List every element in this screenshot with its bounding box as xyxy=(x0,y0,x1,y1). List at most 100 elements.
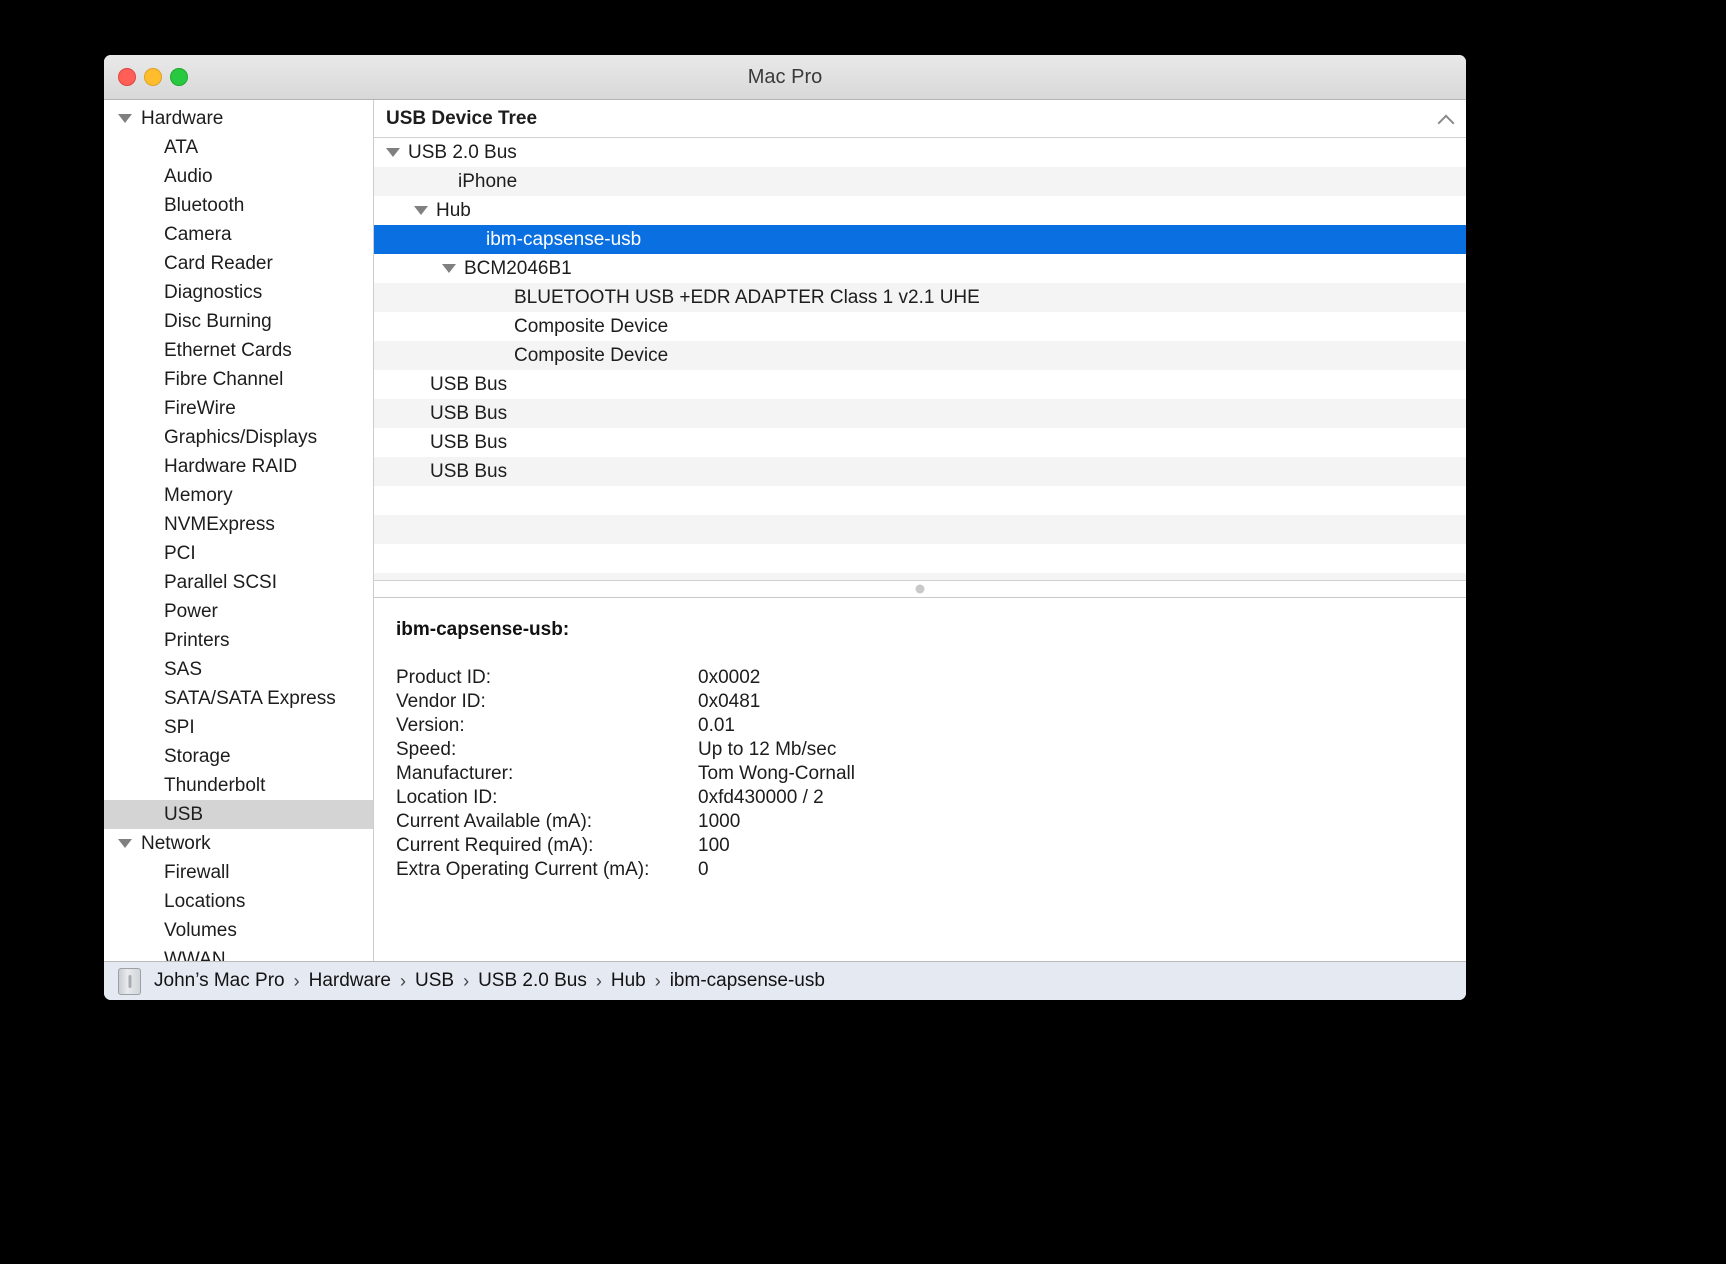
disclosure-triangle-icon[interactable] xyxy=(386,148,400,157)
tree-row-empty xyxy=(374,486,1466,515)
usb-device-tree[interactable]: USB 2.0 Bus iPhone Hub ibm-capsense-usb BCM2… xyxy=(374,138,1466,581)
tree-row[interactable]: Hub xyxy=(374,196,1466,225)
disclosure-triangle-icon[interactable] xyxy=(442,264,456,273)
sidebar-item-network[interactable]: Network xyxy=(104,829,373,858)
sidebar-item-label: Memory xyxy=(164,485,233,507)
tree-row[interactable]: BCM2046B1 xyxy=(374,254,1466,283)
tree-row[interactable]: USB Bus xyxy=(374,428,1466,457)
tree-row-label: ibm-capsense-usb xyxy=(486,229,641,251)
tree-row-label: USB Bus xyxy=(430,403,507,425)
sidebar-item-memory[interactable]: Memory xyxy=(104,481,373,510)
sidebar-item-parallel-scsi[interactable]: Parallel SCSI xyxy=(104,568,373,597)
property-label: Speed: xyxy=(396,739,698,763)
breadcrumb-item[interactable]: USB xyxy=(415,970,454,992)
sidebar-item-usb[interactable]: USB xyxy=(104,800,373,829)
tree-row[interactable]: USB Bus xyxy=(374,370,1466,399)
device-properties: Product ID:0x0002Vendor ID:0x0481Version… xyxy=(396,667,1466,883)
tree-row[interactable]: BLUETOOTH USB +EDR ADAPTER Class 1 v2.1 … xyxy=(374,283,1466,312)
sidebar-item-wwan[interactable]: WWAN xyxy=(104,945,373,961)
tree-row-label: Hub xyxy=(436,200,471,222)
minimize-button[interactable] xyxy=(144,68,162,86)
sidebar-item-label: PCI xyxy=(164,543,196,565)
sidebar-item-sas[interactable]: SAS xyxy=(104,655,373,684)
sidebar-item-diagnostics[interactable]: Diagnostics xyxy=(104,278,373,307)
sidebar-item-audio[interactable]: Audio xyxy=(104,162,373,191)
mac-pro-tower-icon xyxy=(118,968,141,995)
maximize-button[interactable] xyxy=(170,68,188,86)
sidebar-item-pci[interactable]: PCI xyxy=(104,539,373,568)
sidebar-item-spi[interactable]: SPI xyxy=(104,713,373,742)
tree-row-label: iPhone xyxy=(458,171,517,193)
sidebar-item-disc-burning[interactable]: Disc Burning xyxy=(104,307,373,336)
sidebar-item-firewire[interactable]: FireWire xyxy=(104,394,373,423)
breadcrumb-item[interactable]: USB 2.0 Bus xyxy=(478,970,587,992)
sidebar-item-storage[interactable]: Storage xyxy=(104,742,373,771)
sidebar-item-hardware-raid[interactable]: Hardware RAID xyxy=(104,452,373,481)
tree-row-empty xyxy=(374,544,1466,573)
sidebar-item-label: Locations xyxy=(164,891,245,913)
breadcrumb-item[interactable]: Hub xyxy=(611,970,646,992)
sidebar-item-label: Thunderbolt xyxy=(164,775,265,797)
device-info-panel: ibm-capsense-usb: Product ID:0x0002Vendo… xyxy=(374,598,1466,961)
tree-row[interactable]: ibm-capsense-usb xyxy=(374,225,1466,254)
sidebar-item-label: Diagnostics xyxy=(164,282,262,304)
chevron-up-icon[interactable] xyxy=(1438,111,1454,127)
tree-row-label: Composite Device xyxy=(514,316,668,338)
sidebar-item-camera[interactable]: Camera xyxy=(104,220,373,249)
sidebar-item-label: Power xyxy=(164,601,218,623)
sidebar-item-hardware[interactable]: Hardware xyxy=(104,104,373,133)
property-row: Extra Operating Current (mA):0 xyxy=(396,859,1466,883)
breadcrumb-items: John’s Mac Pro›Hardware›USB›USB 2.0 Bus›… xyxy=(154,970,825,992)
tree-row[interactable]: USB Bus xyxy=(374,457,1466,486)
sidebar-item-power[interactable]: Power xyxy=(104,597,373,626)
property-label: Product ID: xyxy=(396,667,698,691)
sidebar-item-label: SATA/SATA Express xyxy=(164,688,336,710)
sidebar-item-thunderbolt[interactable]: Thunderbolt xyxy=(104,771,373,800)
breadcrumb-separator-icon: › xyxy=(294,971,300,992)
sidebar-item-label: Bluetooth xyxy=(164,195,244,217)
tree-row[interactable]: USB 2.0 Bus xyxy=(374,138,1466,167)
sidebar-item-firewall[interactable]: Firewall xyxy=(104,858,373,887)
breadcrumb-item[interactable]: Hardware xyxy=(309,970,391,992)
disclosure-triangle-icon[interactable] xyxy=(118,839,132,848)
tree-row[interactable]: Composite Device xyxy=(374,312,1466,341)
sidebar-item-label: Card Reader xyxy=(164,253,273,275)
sidebar-item-ethernet-cards[interactable]: Ethernet Cards xyxy=(104,336,373,365)
sidebar-item-nvmexpress[interactable]: NVMExpress xyxy=(104,510,373,539)
disclosure-triangle-icon[interactable] xyxy=(118,114,132,123)
property-label: Manufacturer: xyxy=(396,763,698,787)
window-controls xyxy=(118,68,188,86)
sidebar-item-label: Ethernet Cards xyxy=(164,340,292,362)
tree-row[interactable]: iPhone xyxy=(374,167,1466,196)
property-row: Current Required (mA):100 xyxy=(396,835,1466,859)
sidebar-item-fibre-channel[interactable]: Fibre Channel xyxy=(104,365,373,394)
system-information-window: Mac Pro Hardware ATA Audio Bluetooth Camera C… xyxy=(104,55,1466,1000)
tree-row-label: USB 2.0 Bus xyxy=(408,142,517,164)
window-title: Mac Pro xyxy=(104,66,1466,89)
tree-row-empty xyxy=(374,515,1466,544)
sidebar-item-card-reader[interactable]: Card Reader xyxy=(104,249,373,278)
breadcrumb-item[interactable]: John’s Mac Pro xyxy=(154,970,285,992)
sidebar-item-printers[interactable]: Printers xyxy=(104,626,373,655)
splitter-grip[interactable] xyxy=(916,585,925,594)
sidebar[interactable]: Hardware ATA Audio Bluetooth Camera Card Read… xyxy=(104,100,374,961)
sidebar-item-graphics-displays[interactable]: Graphics/Displays xyxy=(104,423,373,452)
tree-row[interactable]: Composite Device xyxy=(374,341,1466,370)
sidebar-item-ata[interactable]: ATA xyxy=(104,133,373,162)
sidebar-item-label: Audio xyxy=(164,166,213,188)
sidebar-item-volumes[interactable]: Volumes xyxy=(104,916,373,945)
breadcrumb-item[interactable]: ibm-capsense-usb xyxy=(670,970,825,992)
pane-splitter[interactable] xyxy=(374,581,1466,598)
property-row: Product ID:0x0002 xyxy=(396,667,1466,691)
tree-row-label: Composite Device xyxy=(514,345,668,367)
sidebar-item-sata-sata-express[interactable]: SATA/SATA Express xyxy=(104,684,373,713)
sidebar-item-label: ATA xyxy=(164,137,198,159)
disclosure-triangle-icon[interactable] xyxy=(414,206,428,215)
tree-row[interactable]: USB Bus xyxy=(374,399,1466,428)
sidebar-item-locations[interactable]: Locations xyxy=(104,887,373,916)
sidebar-item-label: USB xyxy=(164,804,203,826)
close-button[interactable] xyxy=(118,68,136,86)
sidebar-item-bluetooth[interactable]: Bluetooth xyxy=(104,191,373,220)
tree-header: USB Device Tree xyxy=(374,100,1466,138)
sidebar-item-label: WWAN xyxy=(164,949,226,962)
